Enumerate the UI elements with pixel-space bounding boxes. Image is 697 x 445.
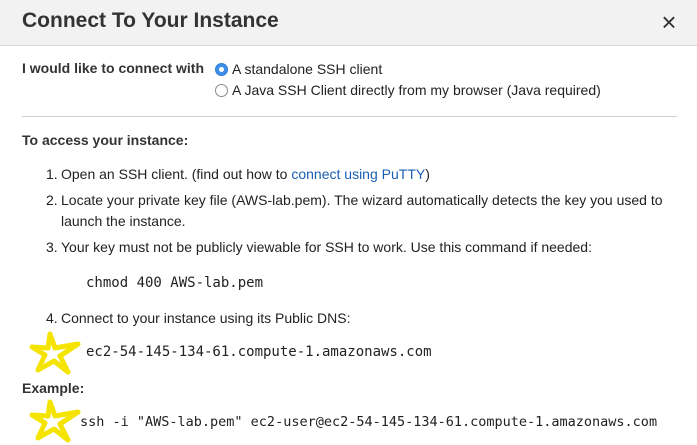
step-number: 3.	[46, 239, 58, 255]
step-text: launch the instance.	[61, 213, 186, 229]
dialog-title: Connect To Your Instance	[22, 9, 279, 32]
step-text: Your key must not be publicly viewable f…	[61, 239, 592, 255]
step-text: Locate your private key file (AWS-lab.pe…	[61, 192, 663, 208]
step-text: Open an SSH client. (find out how to	[61, 166, 292, 182]
star-annotation-icon	[29, 399, 81, 443]
step-number: 2.	[46, 192, 58, 208]
radio-button[interactable]	[215, 83, 228, 97]
radio-label[interactable]: A Java SSH Client directly from my brows…	[232, 82, 601, 98]
star-annotation-icon	[29, 331, 81, 375]
example-label: Example:	[22, 380, 85, 396]
public-dns-value: ec2-54-145-134-61.compute-1.amazonaws.co…	[86, 344, 432, 360]
connect-using-putty-link[interactable]: connect using PuTTY	[291, 166, 425, 182]
step-number: 4.	[46, 310, 58, 326]
step-number: 1.	[46, 166, 58, 182]
dialog-header: Connect To Your Instance ×	[0, 0, 697, 46]
chmod-command: chmod 400 AWS-lab.pem	[86, 275, 264, 291]
step-text: )	[425, 166, 430, 182]
radio-label[interactable]: A standalone SSH client	[232, 61, 382, 77]
radio-standalone-ssh[interactable]: A standalone SSH client	[215, 61, 382, 77]
close-icon[interactable]: ×	[656, 8, 682, 36]
divider	[22, 116, 677, 117]
step-text: Connect to your instance using its Publi…	[61, 310, 351, 326]
radio-button-selected[interactable]	[215, 62, 228, 76]
access-heading: To access your instance:	[22, 132, 189, 148]
example-ssh-command: ssh -i "AWS-lab.pem" ec2-user@ec2-54-145…	[80, 414, 658, 430]
connect-with-label: I would like to connect with	[22, 60, 205, 76]
radio-java-ssh[interactable]: A Java SSH Client directly from my brows…	[215, 82, 601, 98]
